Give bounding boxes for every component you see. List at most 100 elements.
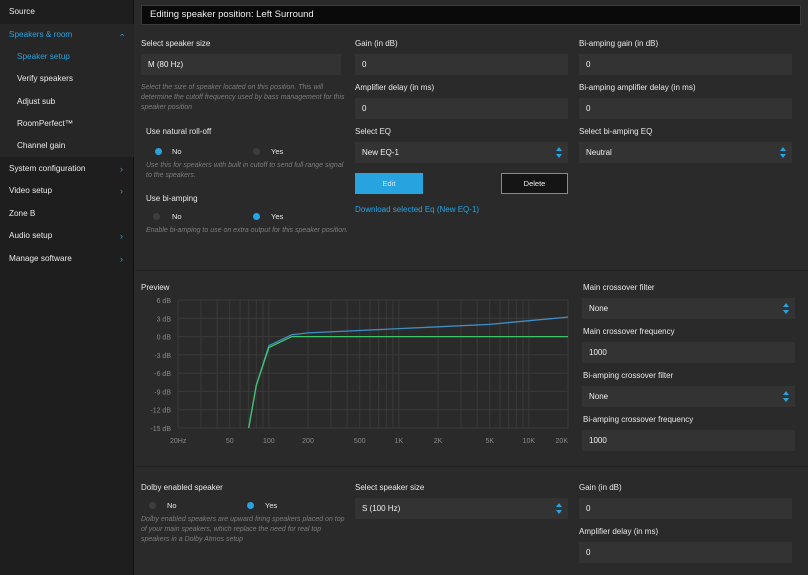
biamp-gain-input[interactable]: 0 <box>579 54 792 75</box>
main-crossover-filter-value: None <box>589 304 609 313</box>
biamp-delay-input[interactable]: 0 <box>579 98 792 119</box>
dolby-enabled-label: Dolby enabled speaker <box>141 483 223 492</box>
speaker-size-label: Select speaker size <box>141 39 211 48</box>
rolloff-yes-label: Yes <box>271 147 284 156</box>
biamp-crossover-frequency-input[interactable]: 1000 <box>582 430 795 451</box>
main-panel: Editing speaker position: Left Surround … <box>135 0 808 575</box>
dolby-gain-label: Gain (in dB) <box>579 483 622 492</box>
sidebar-item-label: Verify speakers <box>17 74 73 83</box>
biamp-delay-value: 0 <box>586 104 591 113</box>
biamping-label: Use bi-amping <box>146 194 198 203</box>
dolby-gain-value: 0 <box>586 504 591 513</box>
biamp-delay-label: Bi-amping amplifier delay (in ms) <box>579 83 696 92</box>
natural-rolloff-label: Use natural roll-off <box>146 127 212 136</box>
x-tick-label: 1K <box>395 438 404 445</box>
main-crossover-frequency-value: 1000 <box>589 348 607 357</box>
sidebar-item-label: Speaker setup <box>17 52 70 61</box>
eq-value: New EQ-1 <box>362 148 399 157</box>
edit-eq-button[interactable]: Edit <box>355 173 423 194</box>
select-arrows-icon <box>783 303 789 314</box>
y-tick-label: 6 dB <box>157 298 172 305</box>
sidebar-item-label: Audio setup <box>9 231 53 240</box>
sidebar-item-label: Video setup <box>9 186 53 195</box>
sidebar-item-video-setup[interactable]: Video setup › <box>0 181 134 201</box>
x-tick-label: 500 <box>354 438 366 445</box>
sidebar-item-label: RoomPerfect™ <box>17 119 73 128</box>
biamp-eq-select[interactable]: Neutral <box>579 142 792 163</box>
sidebar-item-roomperfect[interactable]: RoomPerfect™ <box>0 114 134 134</box>
x-tick-label: 50 <box>226 438 234 445</box>
chevron-right-icon: › <box>120 254 123 264</box>
divider <box>135 270 808 271</box>
sidebar-item-label: Channel gain <box>17 141 66 150</box>
y-tick-label: 0 dB <box>157 335 172 342</box>
x-tick-label: 20Hz <box>170 438 187 445</box>
sidebar: Source Speakers & room › Speaker setup Ve… <box>0 0 134 575</box>
select-arrows-icon <box>780 147 786 158</box>
main-crossover-filter-select[interactable]: None <box>582 298 795 319</box>
sidebar-item-label: Speakers & room <box>9 30 73 39</box>
speaker-size-select[interactable]: M (80 Hz) <box>141 54 341 75</box>
dolby-gain-input[interactable]: 0 <box>579 498 792 519</box>
biamp-crossover-filter-value: None <box>589 392 609 401</box>
sidebar-item-verify-speakers[interactable]: Verify speakers <box>0 69 134 89</box>
main-crossover-frequency-input[interactable]: 1000 <box>582 342 795 363</box>
sidebar-item-adjust-sub[interactable]: Adjust sub <box>0 92 134 112</box>
rolloff-no-radio[interactable] <box>155 148 162 155</box>
speaker-size-value: M (80 Hz) <box>148 60 184 69</box>
sidebar-item-channel-gain[interactable]: Channel gain <box>0 136 134 156</box>
rolloff-no-label: No <box>172 147 182 156</box>
x-tick-label: 200 <box>302 438 314 445</box>
sidebar-item-label: Source <box>9 7 35 16</box>
dolby-yes-radio[interactable] <box>247 502 254 509</box>
main-crossover-frequency-label: Main crossover frequency <box>583 327 675 336</box>
biamp-yes-radio[interactable] <box>253 213 260 220</box>
dolby-no-label: No <box>167 501 177 510</box>
x-tick-label: 5K <box>485 438 494 445</box>
chevron-right-icon: › <box>120 164 123 174</box>
gain-input[interactable]: 0 <box>355 54 568 75</box>
sidebar-item-label: Manage software <box>9 254 72 263</box>
chevron-right-icon: › <box>120 186 123 196</box>
amplifier-delay-label: Amplifier delay (in ms) <box>355 83 435 92</box>
sidebar-item-manage-software[interactable]: Manage software › <box>0 249 134 269</box>
biamp-no-label: No <box>172 212 182 221</box>
x-tick-label: 20K <box>556 438 569 445</box>
dolby-speaker-size-label: Select speaker size <box>355 483 425 492</box>
select-arrows-icon <box>556 503 562 514</box>
amplifier-delay-value: 0 <box>362 104 367 113</box>
download-eq-link[interactable]: Download selected Eq (New EQ-1) <box>355 205 479 214</box>
series-line-2 <box>248 335 568 429</box>
sidebar-item-system-configuration[interactable]: System configuration › <box>0 159 134 179</box>
main-crossover-filter-label: Main crossover filter <box>583 283 655 292</box>
rolloff-yes-radio[interactable] <box>253 148 260 155</box>
y-tick-label: -6 dB <box>154 371 171 378</box>
y-tick-label: -3 dB <box>154 353 171 360</box>
chart-x-ticks: 20Hz 50 100 200 500 1K 2K 5K 10K 20K <box>170 438 568 445</box>
biamp-no-radio[interactable] <box>153 213 160 220</box>
sidebar-item-zone-b[interactable]: Zone B <box>0 204 134 224</box>
dolby-amplifier-delay-input[interactable]: 0 <box>579 542 792 563</box>
chevron-right-icon: › <box>120 231 123 241</box>
sidebar-item-speaker-setup[interactable]: Speaker setup <box>0 47 134 67</box>
eq-select[interactable]: New EQ-1 <box>355 142 568 163</box>
select-arrows-icon <box>556 147 562 158</box>
sidebar-item-source[interactable]: Source <box>0 2 134 22</box>
sidebar-item-audio-setup[interactable]: Audio setup › <box>0 226 134 246</box>
dolby-no-radio[interactable] <box>149 502 156 509</box>
biamp-yes-label: Yes <box>271 212 284 221</box>
dolby-amplifier-delay-label: Amplifier delay (in ms) <box>579 527 659 536</box>
biamp-crossover-filter-select[interactable]: None <box>582 386 795 407</box>
dolby-amplifier-delay-value: 0 <box>586 548 591 557</box>
amplifier-delay-input[interactable]: 0 <box>355 98 568 119</box>
select-eq-label: Select EQ <box>355 127 392 136</box>
dolby-speaker-size-value: S (100 Hz) <box>362 504 401 513</box>
dolby-speaker-size-select[interactable]: S (100 Hz) <box>355 498 568 519</box>
sidebar-item-speakers-room[interactable]: Speakers & room › <box>0 25 134 45</box>
y-tick-label: -15 dB <box>150 426 171 433</box>
divider <box>135 466 808 467</box>
delete-eq-button[interactable]: Delete <box>501 173 568 194</box>
gain-value: 0 <box>362 60 367 69</box>
speaker-size-hint: Select the size of speaker located on th… <box>141 84 345 111</box>
dolby-yes-label: Yes <box>265 501 278 510</box>
